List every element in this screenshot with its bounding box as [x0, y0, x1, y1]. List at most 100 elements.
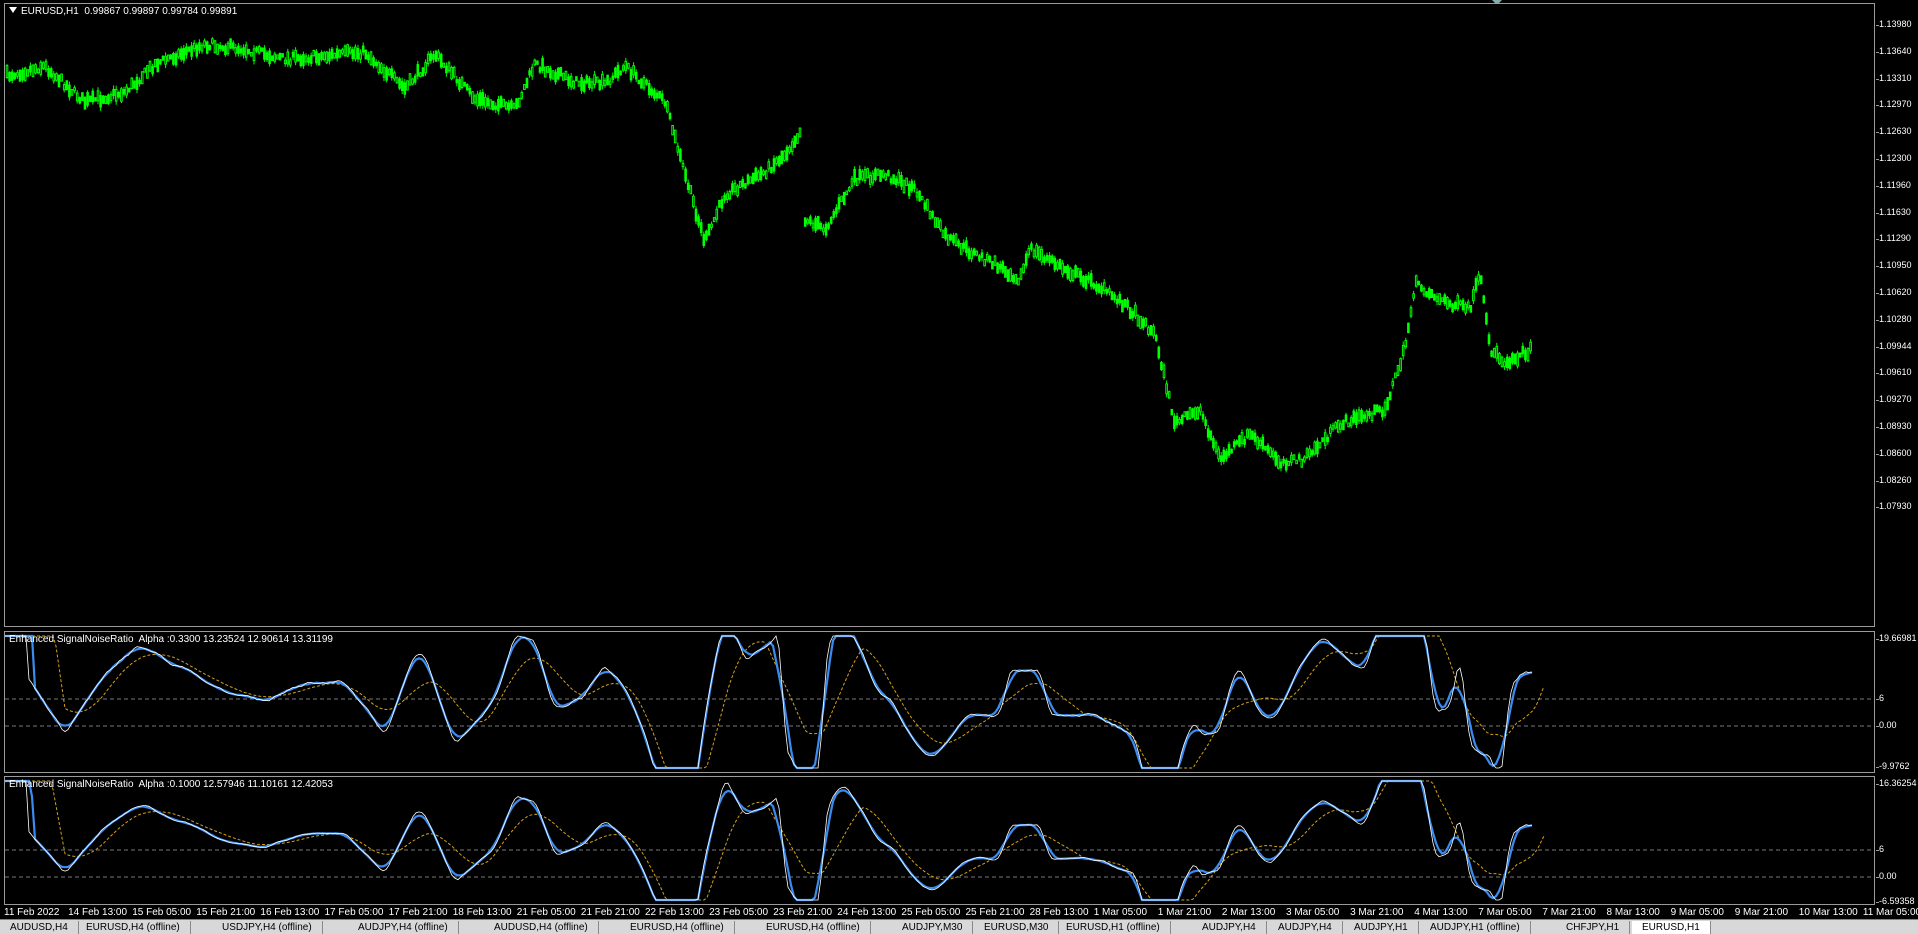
- candle-body: [395, 76, 399, 84]
- chart-tab[interactable]: AUDJPY,H1: [1344, 921, 1419, 934]
- candle-body: [1305, 448, 1309, 459]
- candle-body: [1435, 296, 1439, 302]
- time-axis[interactable]: 11 Feb 2022 14 Feb 13:00 15 Feb 05:00 15 Fe…: [4, 905, 1918, 919]
- candle-body: [523, 84, 526, 90]
- chart-tab[interactable]: EURUSD,H1 (offline): [1056, 921, 1171, 934]
- price-axis[interactable]: 1.13980 1.13640 1.13310 1.12970 1.12630 1.123…: [1876, 3, 1918, 627]
- candle-body: [234, 47, 238, 54]
- candle-body: [702, 233, 706, 247]
- indicator1-axis[interactable]: 19.66981 6 0.00 -9.9762: [1876, 631, 1918, 773]
- indicator2-axis[interactable]: 16.36254 6 0.00 -6.59358: [1876, 776, 1918, 906]
- chart-tab[interactable]: AUDJPY,H4 (offline): [348, 921, 459, 934]
- chart-tab[interactable]: AUDJPY,M30: [892, 921, 974, 934]
- candle-body: [603, 79, 607, 86]
- candle-body: [117, 92, 121, 98]
- indicator1-title: Enhanced SignalNoiseRatio Alpha :0.3300 …: [9, 634, 333, 645]
- candle-body: [1401, 344, 1405, 357]
- candle-body: [1513, 353, 1517, 365]
- candle-body: [751, 172, 755, 185]
- candle-body: [637, 79, 641, 85]
- indicator-axis-label: 16.36254: [1879, 778, 1917, 788]
- candle-body: [910, 180, 914, 192]
- candle-body: [978, 255, 981, 261]
- candle-body: [572, 80, 576, 89]
- candle-body: [554, 71, 557, 83]
- candle-body: [1178, 418, 1181, 424]
- candle-body: [325, 51, 329, 64]
- price-label: 1.12630: [1879, 126, 1912, 137]
- candle-body: [304, 55, 308, 63]
- candle-body: [1290, 454, 1293, 463]
- candle-body: [931, 211, 934, 218]
- candle-body: [1040, 248, 1044, 263]
- candle-body: [265, 52, 269, 61]
- candle-body: [959, 243, 963, 255]
- candle-body: [242, 47, 245, 56]
- candle-body: [367, 54, 370, 61]
- time-label: 14 Feb 13:00: [68, 907, 128, 918]
- candle-body: [1269, 447, 1272, 457]
- candle-body: [494, 105, 498, 110]
- candle-body: [70, 89, 74, 96]
- candle-body: [8, 72, 11, 82]
- collapse-triangle-icon[interactable]: [9, 7, 17, 13]
- candle-body: [832, 211, 836, 218]
- candle-body: [1318, 442, 1322, 449]
- candle-body: [1485, 312, 1488, 325]
- price-chart-pane[interactable]: EURUSD,H1 0.99867 0.99897 0.99784 0.9989…: [4, 3, 1875, 627]
- indicator2-pane[interactable]: Enhanced SignalNoiseRatio Alpha :0.1000 …: [4, 776, 1875, 905]
- candle-body: [465, 84, 469, 91]
- chart-tab[interactable]: AUDJPY,H4: [1268, 921, 1343, 934]
- candle-body: [1092, 283, 1096, 289]
- candle-body: [1147, 327, 1150, 336]
- price-label: 1.08260: [1879, 474, 1912, 485]
- chart-tab[interactable]: USDJPY,H4 (offline): [212, 921, 323, 934]
- candle-body: [398, 78, 401, 89]
- candle-body: [499, 96, 503, 108]
- candle-body: [840, 195, 843, 202]
- time-label: 21 Feb 21:00: [580, 907, 640, 918]
- indicator-axis-label: 6: [1879, 844, 1885, 854]
- candle-body: [694, 208, 698, 222]
- candle-body: [681, 162, 685, 168]
- candle-body: [1006, 269, 1010, 282]
- candle-body: [13, 72, 17, 80]
- chart-tab[interactable]: EURUSD,H1: [1632, 921, 1711, 934]
- time-label: 25 Feb 05:00: [901, 907, 961, 918]
- chart-tab[interactable]: CHFJPY,H1: [1556, 921, 1631, 934]
- candle-body: [29, 65, 32, 73]
- candle-body: [1448, 300, 1452, 307]
- candle-body: [868, 174, 872, 185]
- candle-body: [138, 79, 141, 85]
- candle-body: [34, 64, 37, 74]
- indicator1-pane[interactable]: Enhanced SignalNoiseRatio Alpha :0.3300 …: [4, 631, 1875, 773]
- chart-tab[interactable]: EURUSD,M30: [974, 921, 1060, 934]
- chart-tab[interactable]: AUDUSD,H4: [0, 921, 79, 934]
- candle-body: [980, 252, 984, 259]
- candle-body: [426, 53, 430, 64]
- chart-tab[interactable]: EURUSD,H4 (offline): [756, 921, 871, 934]
- candle-body: [1074, 265, 1077, 278]
- candle-body: [533, 59, 537, 66]
- candle-body: [91, 90, 95, 103]
- candle-body: [796, 133, 799, 144]
- candle-body: [1162, 364, 1166, 379]
- candle-body: [468, 87, 472, 95]
- chart-tab[interactable]: EURUSD,H4 (offline): [620, 921, 735, 934]
- candle-body: [486, 97, 490, 107]
- chart-tab[interactable]: AUDJPY,H1 (offline): [1420, 921, 1531, 934]
- chart-tab[interactable]: AUDJPY,H4: [1192, 921, 1267, 934]
- candle-body: [1105, 289, 1109, 294]
- candle-body: [1193, 407, 1197, 420]
- candle-body: [640, 78, 643, 89]
- candle-body: [1362, 414, 1366, 419]
- candle-body: [1422, 287, 1426, 296]
- chart-tab[interactable]: EURUSD,H4 (offline): [76, 921, 191, 934]
- candle-body: [250, 52, 253, 57]
- candle-body: [993, 255, 997, 266]
- candle-body: [1030, 243, 1033, 250]
- candle-body: [507, 102, 511, 111]
- candle-body: [764, 170, 768, 179]
- candle-body: [923, 202, 927, 210]
- chart-tab[interactable]: AUDUSD,H4 (offline): [484, 921, 599, 934]
